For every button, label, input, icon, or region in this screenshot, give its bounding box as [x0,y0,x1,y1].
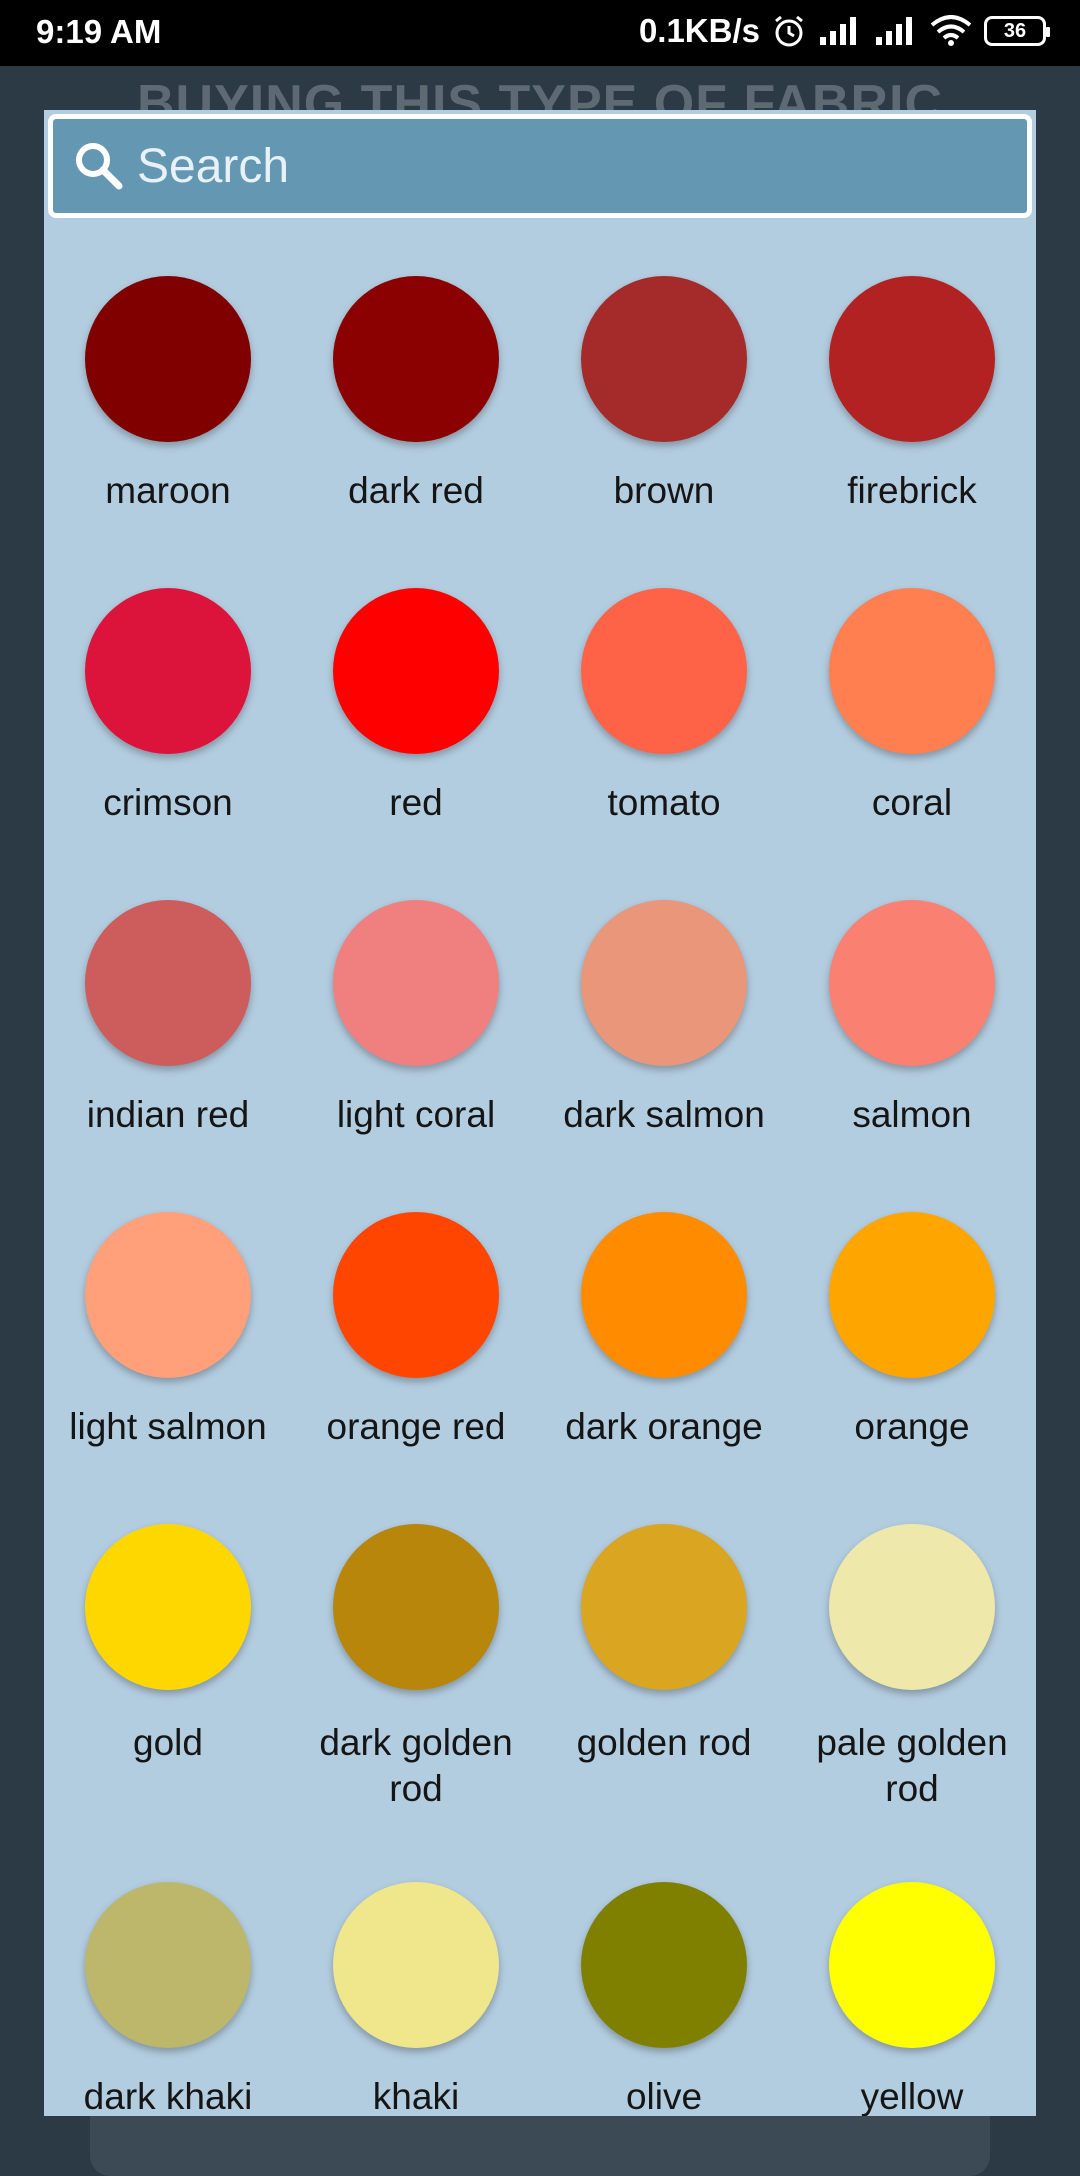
color-label: dark khaki [83,2076,253,2116]
color-swatch[interactable]: salmon [788,842,1036,1154]
color-circle[interactable] [85,588,251,754]
color-swatch[interactable]: gold [44,1466,292,1824]
search-input[interactable] [135,137,999,195]
color-circle[interactable] [85,276,251,442]
alarm-icon [772,14,806,48]
color-label: firebrick [847,470,977,511]
color-label: salmon [852,1094,972,1135]
battery-icon: 36 [984,16,1050,46]
color-swatch[interactable]: orange [788,1154,1036,1466]
color-swatch[interactable]: light coral [292,842,540,1154]
color-circle[interactable] [829,1524,995,1690]
color-label: olive [625,2076,703,2116]
color-label: brown [613,470,715,511]
color-circle[interactable] [333,588,499,754]
color-swatch[interactable]: olive [540,1824,788,2116]
color-swatch[interactable]: khaki [292,1824,540,2116]
color-circle[interactable] [85,900,251,1066]
color-circle[interactable] [829,1212,995,1378]
color-swatch[interactable]: orange red [292,1154,540,1466]
color-swatch[interactable]: dark red [292,218,540,530]
color-circle[interactable] [829,588,995,754]
color-circle[interactable] [581,588,747,754]
color-swatch[interactable]: light salmon [44,1154,292,1466]
color-swatch[interactable]: golden rod [540,1466,788,1824]
color-circle[interactable] [333,276,499,442]
color-circle[interactable] [581,900,747,1066]
color-swatch[interactable]: tomato [540,530,788,842]
color-circle[interactable] [829,1882,995,2048]
color-picker-dialog: maroon dark red brown firebrick crimson red to… [44,110,1036,2116]
color-circle[interactable] [829,276,995,442]
color-circle[interactable] [829,900,995,1066]
color-circle[interactable] [333,1882,499,2048]
color-label: dark orange [565,1406,763,1447]
color-label: pale golden rod [816,1722,1008,1809]
color-circle[interactable] [581,1524,747,1690]
color-label: yellow [860,2076,964,2116]
color-swatch[interactable]: yellow [788,1824,1036,2116]
color-label: dark red [348,470,484,511]
color-circle[interactable] [581,1882,747,2048]
status-bar: 9:19 AM 0.1KB/s 36 [0,0,1080,66]
color-swatch[interactable]: crimson [44,530,292,842]
color-label: maroon [105,470,231,511]
color-label: orange [854,1406,970,1447]
color-circle[interactable] [85,1882,251,2048]
color-swatch[interactable]: pale golden rod [788,1466,1036,1824]
color-label: crimson [103,782,233,823]
color-swatch[interactable]: coral [788,530,1036,842]
color-swatch[interactable]: maroon [44,218,292,530]
color-swatch[interactable]: dark khaki [44,1824,292,2116]
color-label: red [389,782,443,823]
color-swatch[interactable]: indian red [44,842,292,1154]
network-speed: 0.1KB/s [638,12,760,49]
wifi-icon [930,15,972,47]
color-label: gold [133,1722,203,1763]
color-label: khaki [372,2076,460,2116]
color-circle[interactable] [85,1524,251,1690]
color-label: indian red [86,1094,250,1135]
color-circle[interactable] [85,1212,251,1378]
color-swatch[interactable]: dark salmon [540,842,788,1154]
color-grid: maroon dark red brown firebrick crimson red to… [44,218,1036,2116]
search-icon [76,143,123,190]
color-swatch[interactable]: brown [540,218,788,530]
color-label: dark golden rod [319,1722,513,1809]
color-label: coral [871,782,953,823]
color-label: orange red [326,1406,506,1447]
signal-icon [818,15,862,47]
color-swatch[interactable]: red [292,530,540,842]
color-swatch[interactable]: dark golden rod [292,1466,540,1824]
color-circle[interactable] [333,900,499,1066]
status-time: 9:19 AM [36,13,162,50]
color-circle[interactable] [581,276,747,442]
color-circle[interactable] [581,1212,747,1378]
signal-icon-2 [874,15,918,47]
color-swatch[interactable]: dark orange [540,1154,788,1466]
color-label: tomato [607,782,721,823]
color-swatch[interactable]: firebrick [788,218,1036,530]
color-label: dark salmon [563,1094,765,1135]
color-label: golden rod [576,1722,752,1763]
color-circle[interactable] [333,1524,499,1690]
color-circle[interactable] [333,1212,499,1378]
color-label: light salmon [69,1406,267,1447]
search-box[interactable] [48,114,1032,218]
status-icons: 0.1KB/s 36 [638,12,1050,50]
color-label: light coral [336,1094,496,1135]
